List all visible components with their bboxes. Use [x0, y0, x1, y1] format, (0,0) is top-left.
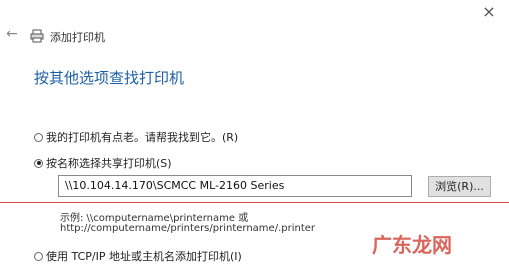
watermark-logo: 广东龙网	[372, 233, 452, 257]
printer-name-input[interactable]: \\10.104.14.170\SCMCC ML-2160 Series	[58, 175, 412, 197]
option-old-printer-label: 我的打印机有点老。请帮我找到它。(R)	[46, 131, 239, 144]
divider-line	[0, 202, 509, 203]
close-icon[interactable]: ×	[479, 2, 499, 22]
example-text-line2: http://computername/printers/printername…	[60, 223, 316, 234]
radio-shared-printer-by-name[interactable]	[34, 158, 43, 168]
radio-tcpip[interactable]	[34, 251, 43, 261]
window-title: 添加打印机	[50, 31, 105, 44]
radio-old-printer[interactable]	[34, 132, 43, 142]
back-arrow-icon[interactable]: ←	[6, 26, 18, 42]
option-old-printer[interactable]: 我的打印机有点老。请帮我找到它。(R)	[34, 129, 238, 145]
printer-icon	[30, 28, 44, 43]
option-tcpip-label: 使用 TCP/IP 地址或主机名添加打印机(I)	[46, 250, 242, 263]
option-shared-printer-by-name[interactable]: 按名称选择共享打印机(S)	[34, 155, 172, 171]
page-heading: 按其他选项查找打印机	[34, 69, 185, 87]
option-tcpip[interactable]: 使用 TCP/IP 地址或主机名添加打印机(I)	[34, 248, 242, 264]
option-shared-printer-label: 按名称选择共享打印机(S)	[46, 157, 172, 170]
example-text-line1: 示例: \\computername\printername 或	[60, 213, 249, 224]
browse-button[interactable]: 浏览(R)...	[428, 176, 491, 197]
